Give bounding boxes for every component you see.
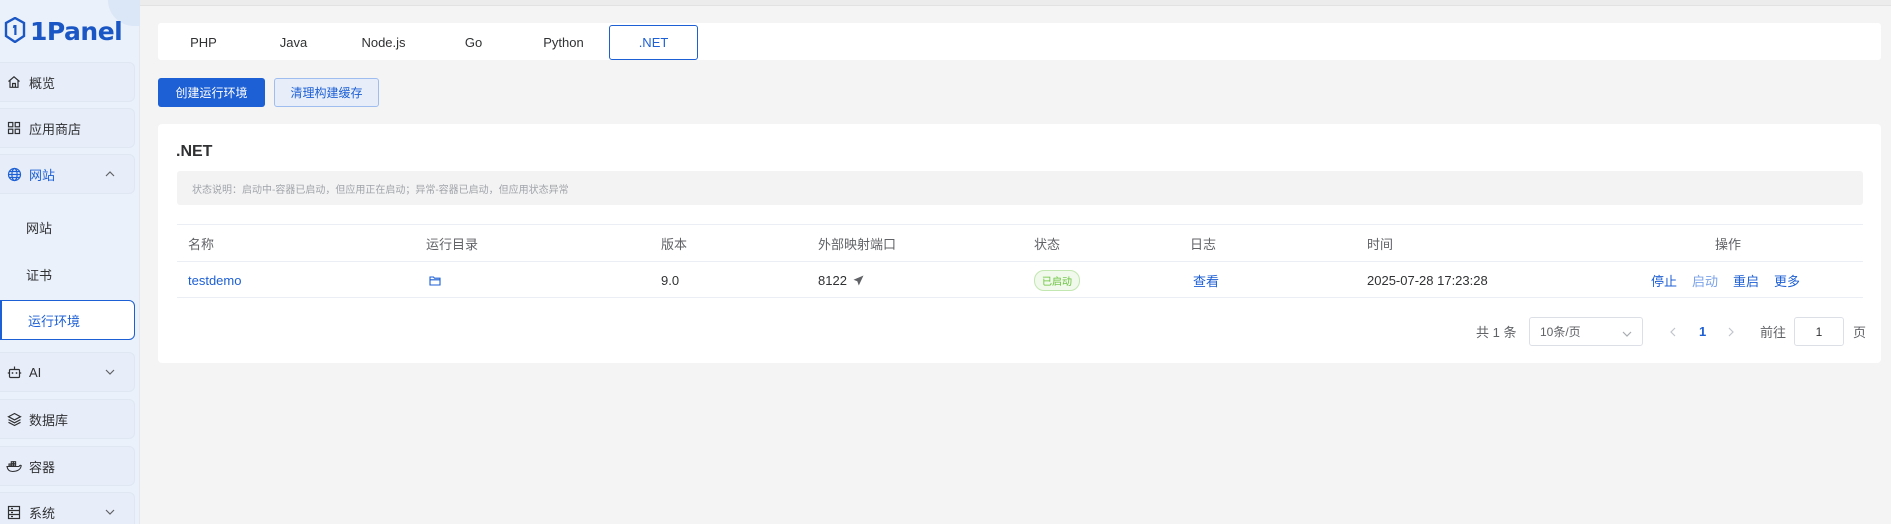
sidebar-item-ai[interactable]: AI — [0, 352, 135, 392]
page-size-select[interactable]: 10条/页 — [1529, 317, 1643, 346]
stop-button[interactable]: 停止 — [1651, 271, 1677, 290]
sidebar-subitem-website[interactable]: 网站 — [0, 207, 135, 247]
globe-icon — [6, 166, 22, 182]
tab-label: Java — [279, 35, 308, 50]
port-value: 8122 — [818, 272, 847, 288]
sidebar-item-label: 数据库 — [29, 412, 69, 428]
sidebar-item-label: AI — [29, 364, 42, 380]
runtime-port: 8122 — [818, 262, 864, 298]
page-suffix: 页 — [1853, 325, 1867, 340]
runtime-tabs: PHP Java Node.js Go Python .NET — [158, 23, 1881, 60]
page-size-value: 10条/页 — [1540, 325, 1581, 339]
home-icon — [6, 74, 22, 90]
start-button[interactable]: 启动 — [1692, 271, 1718, 290]
sidebar-item-label: 系统 — [29, 505, 56, 521]
tab-nodejs[interactable]: Node.js — [339, 25, 428, 60]
status-notice: 状态说明：启动中-容器已启动，但应用正在启动；异常-容器已启动，但应用状态异常 — [177, 171, 1863, 205]
status-cell: 已启动 — [1034, 262, 1080, 298]
runtime-name-link[interactable]: testdemo — [188, 262, 241, 298]
server-icon — [6, 504, 22, 520]
runtime-version: 9.0 — [661, 272, 680, 288]
grid-icon — [6, 120, 22, 136]
chevron-down-icon — [1622, 326, 1632, 340]
send-icon[interactable] — [853, 275, 864, 286]
chevron-up-icon — [104, 168, 116, 180]
prev-page-button[interactable] — [1670, 317, 1676, 346]
chevron-down-icon — [104, 366, 116, 378]
restart-button[interactable]: 重启 — [1733, 271, 1759, 290]
tab-label: PHP — [190, 35, 217, 50]
more-button[interactable]: 更多 — [1774, 271, 1800, 290]
col-header-ops: 操作 — [1715, 236, 1742, 252]
sidebar-subitem-certificate[interactable]: 证书 — [0, 254, 135, 294]
sidebar-item-system[interactable]: 系统 — [0, 492, 135, 524]
tab-python[interactable]: Python — [519, 25, 608, 60]
operations-cell: 停止 启动 重启 更多 — [1651, 262, 1815, 298]
sidebar: 1Panel 概览 应用商店 网站 网站 证书 运行环境 AI 数据库 容器 系… — [0, 0, 140, 524]
create-runtime-button[interactable]: 创建运行环境 — [158, 78, 265, 107]
robot-icon — [6, 364, 22, 380]
col-header-port: 外部映射端口 — [818, 236, 897, 252]
card-title: .NET — [176, 143, 213, 160]
logo-text: 1Panel — [30, 16, 123, 46]
layers-icon — [6, 411, 22, 427]
tab-label: .NET — [638, 35, 669, 50]
sidebar-item-label: 容器 — [29, 459, 56, 475]
table-header: 名称 运行目录 版本 外部映射端口 状态 日志 时间 操作 — [177, 224, 1863, 261]
sidebar-item-label: 应用商店 — [29, 121, 82, 137]
runtime-time: 2025-07-28 17:23:28 — [1367, 272, 1488, 288]
col-header-time: 时间 — [1367, 236, 1394, 252]
docker-icon — [6, 458, 22, 474]
col-header-dir: 运行目录 — [426, 236, 479, 252]
col-header-version: 版本 — [661, 236, 688, 252]
tab-java[interactable]: Java — [249, 25, 338, 60]
status-badge: 已启动 — [1034, 269, 1080, 291]
folder-icon[interactable] — [429, 262, 441, 298]
sidebar-subitem-label: 运行环境 — [28, 313, 81, 329]
runtime-table: 名称 运行目录 版本 外部映射端口 状态 日志 时间 操作 testdemo 9… — [177, 224, 1863, 298]
sidebar-subitem-label: 证书 — [26, 267, 53, 283]
sidebar-item-website[interactable]: 网站 — [0, 154, 135, 194]
col-header-name: 名称 — [188, 236, 215, 252]
tab-label: Python — [543, 35, 584, 50]
logo-shield-icon — [4, 16, 26, 46]
pagination-total: 共 1 条 — [1476, 325, 1517, 340]
col-header-status: 状态 — [1034, 236, 1061, 252]
top-bar — [140, 0, 1891, 6]
view-log-link[interactable]: 查看 — [1193, 262, 1219, 298]
sidebar-item-label: 概览 — [29, 75, 56, 91]
sidebar-item-overview[interactable]: 概览 — [0, 62, 135, 102]
tab-go[interactable]: Go — [429, 25, 518, 60]
tab-label: Node.js — [361, 35, 406, 50]
next-page-button[interactable] — [1728, 317, 1734, 346]
sidebar-subitem-label: 网站 — [26, 220, 53, 236]
page-number-current[interactable]: 1 — [1699, 317, 1706, 346]
tab-label: Go — [464, 35, 483, 50]
sidebar-item-label: 网站 — [29, 167, 56, 183]
chevron-down-icon — [104, 506, 116, 518]
sidebar-item-container[interactable]: 容器 — [0, 446, 135, 486]
sidebar-subitem-runtime[interactable]: 运行环境 — [0, 300, 135, 340]
runtime-list-card: .NET 状态说明：启动中-容器已启动，但应用正在启动；异常-容器已启动，但应用… — [158, 124, 1881, 363]
tab-dotnet[interactable]: .NET — [609, 25, 698, 60]
goto-label: 前往 — [1760, 325, 1787, 340]
tab-php[interactable]: PHP — [159, 25, 248, 60]
table-row: testdemo 9.0 8122 已启动 查看 2025-07-28 17:2… — [177, 261, 1863, 298]
col-header-log: 日志 — [1190, 236, 1217, 252]
clear-build-cache-button[interactable]: 清理构建缓存 — [274, 78, 379, 107]
sidebar-item-database[interactable]: 数据库 — [0, 399, 135, 439]
goto-page-input[interactable]: 1 — [1794, 317, 1844, 346]
logo[interactable]: 1Panel — [4, 12, 123, 50]
sidebar-item-app-store[interactable]: 应用商店 — [0, 108, 135, 148]
